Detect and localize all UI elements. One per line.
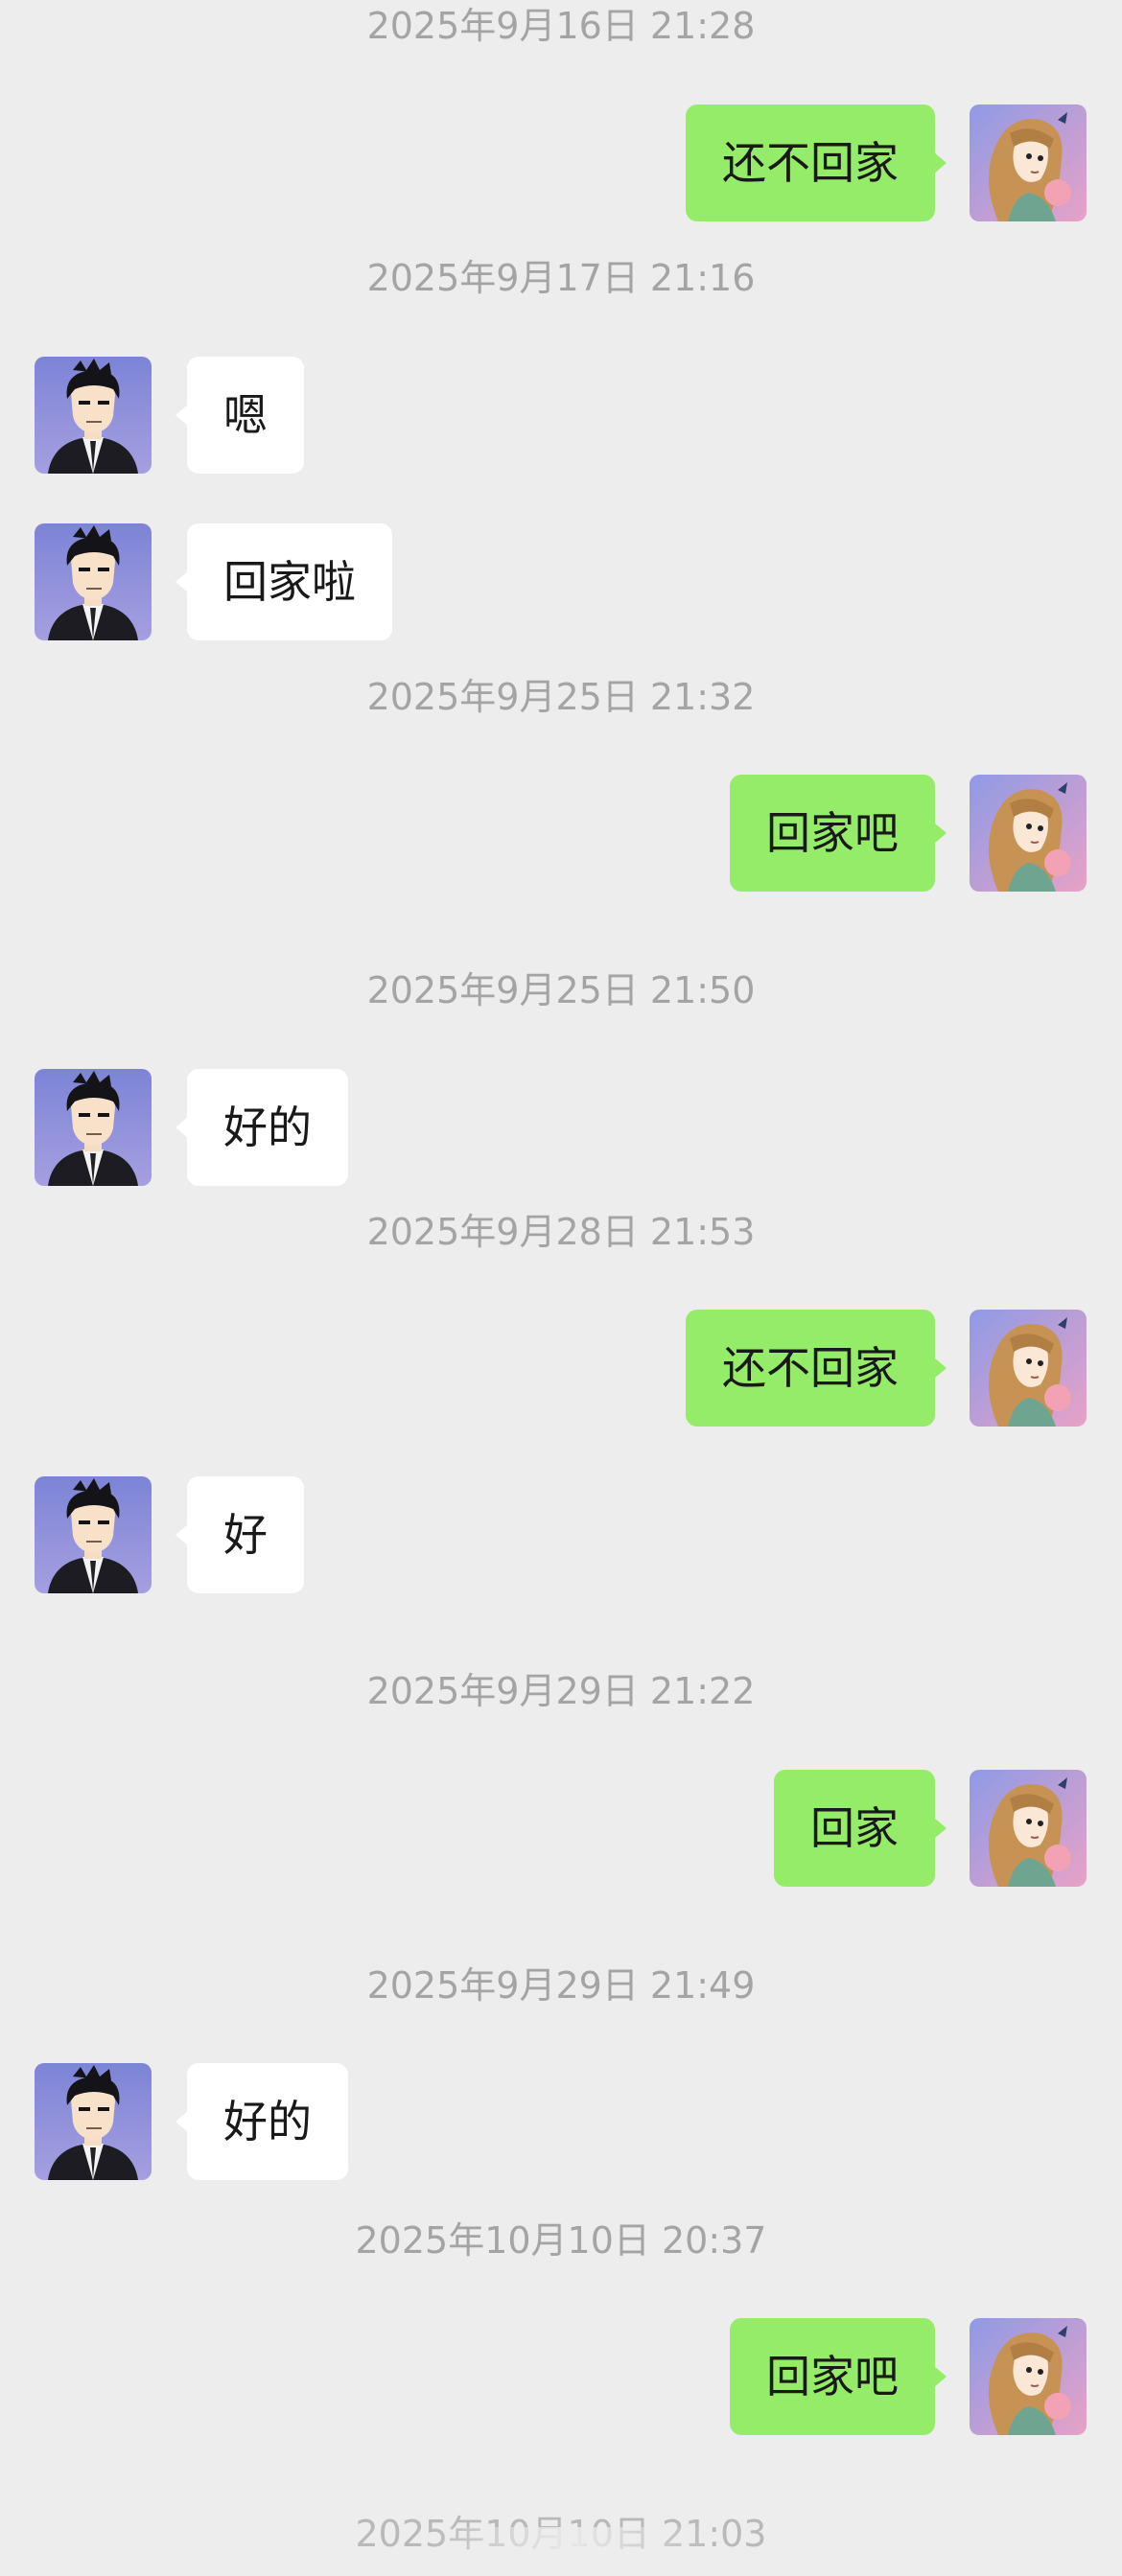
timestamp: 2025年9月17日 21:16: [366, 257, 756, 299]
message-row-incoming: 回家啦: [0, 523, 1122, 642]
timestamp: 2025年9月29日 21:49: [366, 1964, 756, 2007]
woman-long-hair-avatar-icon[interactable]: [970, 1310, 1087, 1427]
message-bubble[interactable]: 好的: [175, 2063, 348, 2180]
message-bubble[interactable]: 回家啦: [175, 523, 392, 640]
message-bubble[interactable]: 回家吧: [730, 775, 947, 892]
message-row-incoming: 好: [0, 1476, 1122, 1595]
message-row-outgoing: 回家: [0, 1770, 1122, 1889]
message-bubble[interactable]: 嗯: [175, 357, 304, 474]
message-bubble[interactable]: 回家吧: [730, 2318, 947, 2435]
man-in-suit-avatar-icon[interactable]: [35, 2063, 152, 2180]
message-bubble[interactable]: 还不回家: [686, 104, 947, 221]
message-row-outgoing: 回家吧: [0, 775, 1122, 893]
man-in-suit-avatar-icon[interactable]: [35, 357, 152, 474]
timestamp: 2025年10月10日 20:37: [355, 2219, 767, 2262]
watermark-overlay: [427, 2527, 714, 2565]
message-bubble[interactable]: 好的: [175, 1069, 348, 1186]
message-row-incoming: 好的: [0, 1069, 1122, 1188]
message-row-incoming: 嗯: [0, 357, 1122, 476]
woman-long-hair-avatar-icon[interactable]: [970, 1770, 1087, 1887]
message-bubble[interactable]: 回家: [774, 1770, 947, 1887]
message-row-incoming: 好的: [0, 2063, 1122, 2182]
man-in-suit-avatar-icon[interactable]: [35, 1069, 152, 1186]
message-bubble[interactable]: 还不回家: [686, 1310, 947, 1427]
message-bubble[interactable]: 好: [175, 1476, 304, 1593]
timestamp: 2025年9月28日 21:53: [366, 1211, 756, 1253]
woman-long-hair-avatar-icon[interactable]: [970, 2318, 1087, 2435]
message-row-outgoing: 还不回家: [0, 1310, 1122, 1428]
man-in-suit-avatar-icon[interactable]: [35, 1476, 152, 1593]
timestamp: 2025年9月25日 21:50: [366, 969, 756, 1011]
woman-long-hair-avatar-icon[interactable]: [970, 104, 1087, 221]
timestamp: 2025年9月25日 21:32: [366, 676, 756, 718]
message-row-outgoing: 还不回家: [0, 104, 1122, 223]
man-in-suit-avatar-icon[interactable]: [35, 523, 152, 640]
timestamp: 2025年9月16日 21:28: [366, 5, 756, 47]
woman-long-hair-avatar-icon[interactable]: [970, 775, 1087, 892]
message-row-outgoing: 回家吧: [0, 2318, 1122, 2437]
timestamp: 2025年9月29日 21:22: [366, 1670, 756, 1712]
